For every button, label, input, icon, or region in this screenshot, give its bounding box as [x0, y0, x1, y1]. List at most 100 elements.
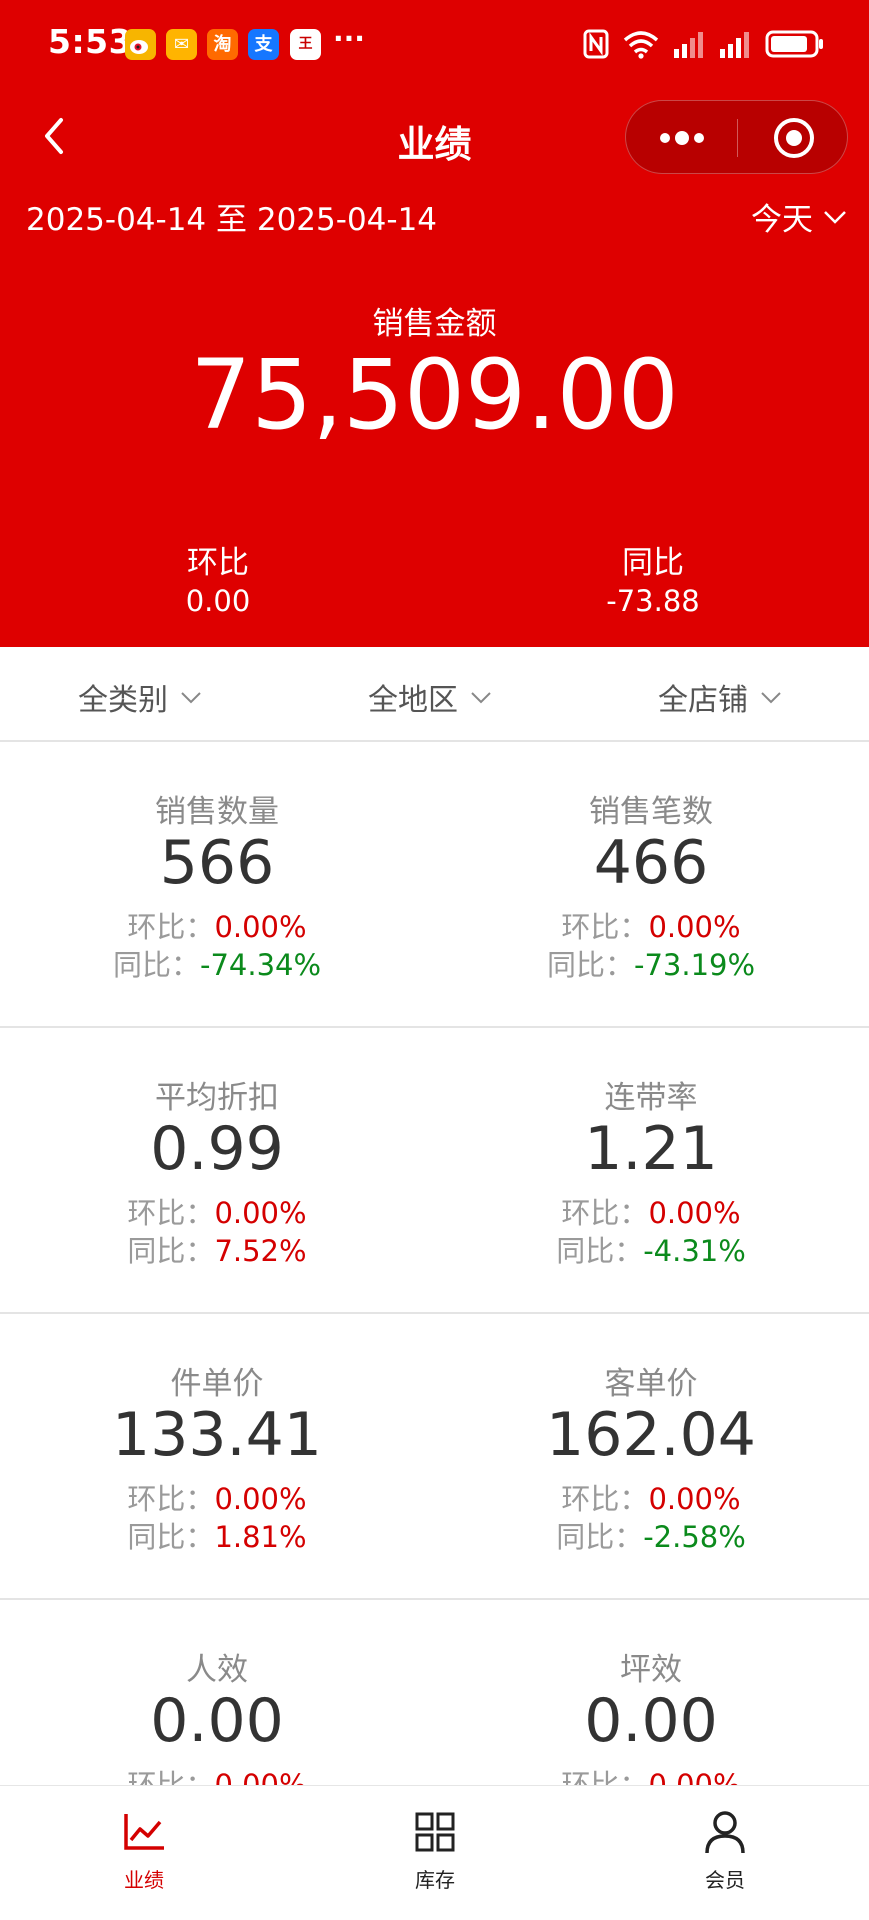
status-time: 5:53: [48, 22, 133, 61]
tab-performance[interactable]: 业绩: [84, 1808, 204, 1893]
metric-compare-label: 同比：: [556, 1520, 644, 1554]
metric-mom: 环比：0.00%: [0, 1476, 434, 1518]
alipay-icon: 支: [248, 29, 279, 60]
grid-icon: [415, 1812, 455, 1852]
metric-compare-value: 0.00%: [214, 1196, 307, 1230]
filter-label: 全类别: [78, 683, 168, 718]
metric-compare-value: -2.58%: [643, 1520, 746, 1554]
hero-stat-value: -73.88: [606, 584, 700, 618]
metric-card: 平均折扣 0.99 环比：0.00% 同比：7.52%: [0, 1028, 434, 1314]
hero-stat-value: 0.00: [185, 584, 251, 618]
chevron-down-icon: [471, 691, 491, 703]
metric-compare-value: 0.00%: [214, 1482, 307, 1516]
metric-yoy: 同比：-2.58%: [434, 1514, 868, 1556]
metric-label: 连带率: [604, 1080, 698, 1116]
hero-stat-label: 同比: [622, 545, 684, 581]
metric-value: 566: [159, 828, 275, 898]
metric-compare-label: 环比：: [127, 1482, 215, 1516]
mail-icon: ✉: [166, 29, 197, 60]
tab-members[interactable]: 会员: [665, 1808, 785, 1893]
header-panel: 5:53 ✉ 淘 支 王 ··· 业绩 2025-04-14 至 2025-04…: [0, 0, 869, 647]
metric-compare-value: -73.19%: [633, 948, 756, 982]
chevron-down-icon: [181, 691, 201, 703]
tab-label: 会员: [705, 1868, 745, 1892]
period-label: 今天: [751, 202, 813, 238]
metric-label: 坪效: [620, 1652, 682, 1688]
target-circle-icon: [773, 118, 814, 158]
sales-amount-value: 75,509.00: [190, 339, 679, 451]
metric-compare-value: 1.81%: [214, 1520, 307, 1554]
filter-label: 全店铺: [658, 683, 748, 718]
metric-mom: 环比：0.00%: [434, 1190, 868, 1232]
metric-compare-value: -74.34%: [199, 948, 322, 982]
metric-compare-label: 环比：: [561, 1482, 649, 1516]
metric-compare-label: 环比：: [127, 1196, 215, 1230]
metric-compare-label: 环比：: [561, 910, 649, 944]
wifi-icon: [621, 28, 661, 60]
close-miniprogram-button[interactable]: [738, 101, 849, 175]
metric-yoy: 同比：7.52%: [0, 1228, 434, 1270]
nfc-icon: [583, 29, 609, 59]
user-icon: [705, 1811, 745, 1854]
metric-card: 销售数量 566 环比：0.00% 同比：-74.34%: [0, 742, 434, 1028]
metric-card: 连带率 1.21 环比：0.00% 同比：-4.31%: [434, 1028, 868, 1314]
date-range[interactable]: 2025-04-14 至 2025-04-14: [26, 194, 437, 239]
metric-compare-value: -4.31%: [643, 1234, 746, 1268]
metric-card: 销售笔数 466 环比：0.00% 同比：-73.19%: [434, 742, 868, 1028]
metric-label: 销售数量: [155, 794, 279, 830]
hero-stat-label: 环比: [187, 545, 249, 581]
tab-label: 业绩: [124, 1868, 164, 1892]
metric-value: 0.99: [150, 1114, 284, 1184]
metric-compare-value: 7.52%: [214, 1234, 307, 1268]
more-button[interactable]: [626, 101, 737, 175]
metric-yoy: 同比：-73.19%: [434, 942, 868, 984]
filter-region[interactable]: 全地区: [368, 675, 492, 719]
metric-mom: 环比：0.00%: [0, 1190, 434, 1232]
metric-compare-label: 同比：: [546, 948, 634, 982]
miniprogram-capsule: [625, 100, 848, 174]
status-indicators: [583, 26, 825, 62]
metric-card: 件单价 133.41 环比：0.00% 同比：1.81%: [0, 1314, 434, 1600]
metric-yoy: 同比：-4.31%: [434, 1228, 868, 1270]
taobao-icon: 淘: [207, 29, 238, 60]
metric-compare-label: 环比：: [127, 910, 215, 944]
metric-compare-label: 环比：: [561, 1196, 649, 1230]
metric-label: 件单价: [170, 1366, 264, 1402]
metric-value: 0.00: [584, 1686, 718, 1756]
metric-compare-label: 同比：: [112, 948, 200, 982]
metric-mom: 环比：0.00%: [434, 1476, 868, 1518]
navigation-bar: 业绩: [0, 100, 869, 174]
metric-yoy: 同比：1.81%: [0, 1514, 434, 1556]
hero-stat-yoy: 同比 -73.88: [503, 544, 803, 620]
wangwang-icon: 王: [290, 29, 321, 60]
tab-label: 库存: [415, 1868, 455, 1892]
metric-compare-label: 同比：: [127, 1520, 215, 1554]
filter-category[interactable]: 全类别: [78, 675, 202, 719]
chevron-down-icon: [824, 210, 846, 224]
filter-store[interactable]: 全店铺: [658, 675, 782, 719]
tab-inventory[interactable]: 库存: [375, 1808, 495, 1893]
metric-label: 平均折扣: [155, 1080, 279, 1116]
metric-value: 1.21: [584, 1114, 718, 1184]
metric-value: 162.04: [546, 1400, 756, 1470]
status-bar: 5:53 ✉ 淘 支 王 ···: [0, 0, 869, 90]
metric-label: 人效: [186, 1652, 248, 1688]
battery-icon: [765, 29, 825, 59]
metric-label: 销售笔数: [589, 794, 713, 830]
sales-amount-label: 销售金额: [372, 306, 497, 342]
filter-label: 全地区: [368, 683, 458, 718]
metric-label: 客单价: [604, 1366, 698, 1402]
more-dots-icon: [659, 131, 704, 145]
metric-compare-label: 同比：: [127, 1234, 215, 1268]
period-select[interactable]: 今天: [751, 194, 847, 239]
metric-mom: 环比：0.00%: [434, 904, 868, 946]
metric-value: 133.41: [112, 1400, 322, 1470]
metric-value: 0.00: [150, 1686, 284, 1756]
chart-line-icon: [124, 1814, 164, 1850]
performance-page: 5:53 ✉ 淘 支 王 ··· 业绩 2025-04-14 至 2025-04…: [0, 0, 869, 1920]
signal-icon-2: [719, 29, 753, 59]
metric-compare-label: 同比：: [556, 1234, 644, 1268]
metric-compare-value: 0.00%: [648, 910, 741, 944]
signal-icon: [673, 29, 707, 59]
metric-compare-value: 0.00%: [648, 1196, 741, 1230]
